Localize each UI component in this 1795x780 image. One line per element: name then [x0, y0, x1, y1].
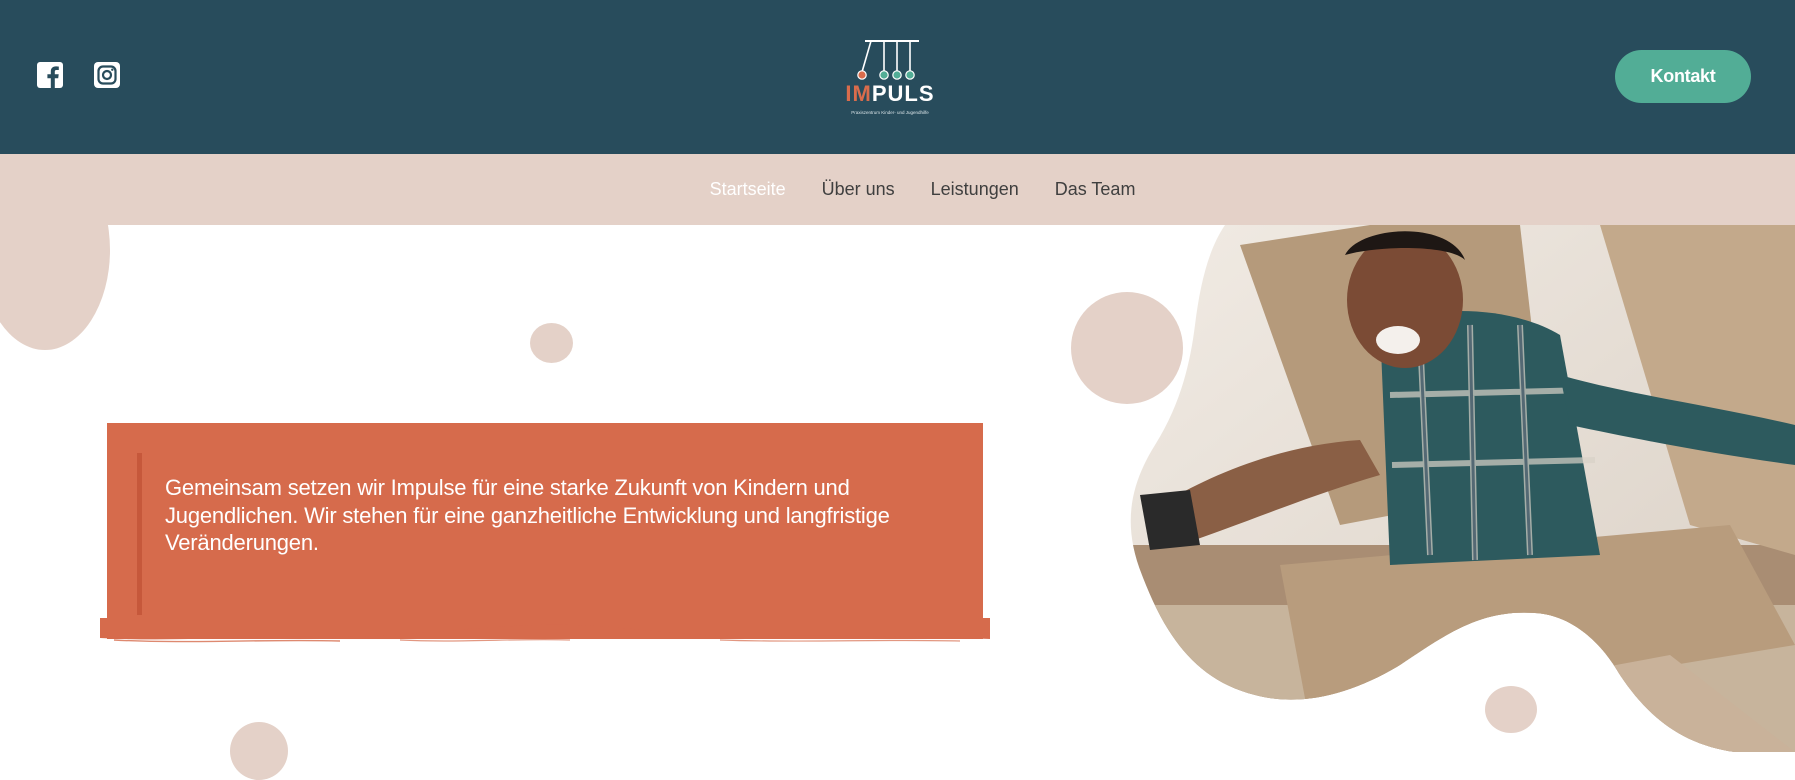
nav-item-startseite[interactable]: Startseite	[710, 179, 786, 200]
decor-circle	[530, 323, 573, 363]
intro-quote-text: Gemeinsam setzen wir Impulse für eine st…	[165, 475, 890, 555]
nav-item-leistungen[interactable]: Leistungen	[931, 179, 1019, 200]
logo-wordmark: IMPULS	[845, 81, 935, 106]
logo-tagline: Praxiszentrum Kinder- und Jugendhilfe	[851, 110, 929, 115]
instagram-icon	[94, 62, 120, 88]
decor-circle	[230, 722, 288, 780]
quote-accent-bar	[137, 453, 142, 615]
contact-button[interactable]: Kontakt	[1615, 50, 1751, 103]
nav-item-das-team[interactable]: Das Team	[1055, 179, 1136, 200]
hero-image	[1130, 225, 1795, 752]
site-header: IMPULS Praxiszentrum Kinder- und Jugendh…	[0, 0, 1795, 154]
brush-wave	[100, 618, 990, 643]
instagram-link[interactable]	[93, 61, 121, 89]
intro-quote-box: Gemeinsam setzen wir Impulse für eine st…	[107, 423, 983, 639]
main-navigation: Startseite Über uns Leistungen Das Team	[0, 154, 1795, 225]
facebook-link[interactable]	[36, 61, 64, 89]
impuls-logo[interactable]: IMPULS Praxiszentrum Kinder- und Jugendh…	[840, 38, 940, 120]
facebook-icon	[37, 62, 63, 88]
nav-item-ueber-uns[interactable]: Über uns	[822, 179, 895, 200]
newtons-cradle-icon	[857, 40, 919, 80]
